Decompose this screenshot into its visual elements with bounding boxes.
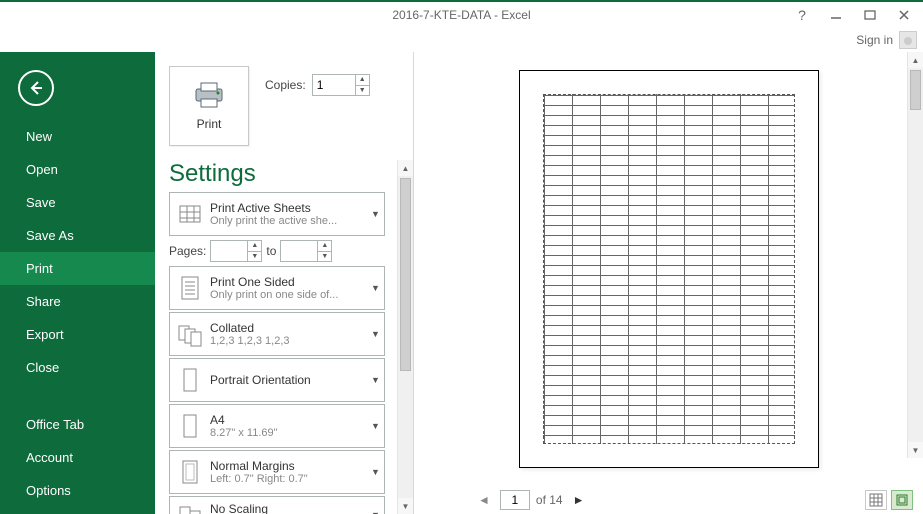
paper-size-dropdown[interactable]: A4 8.27" x 11.69" ▼ — [169, 404, 385, 448]
show-margins-button[interactable] — [865, 490, 887, 510]
body: New Open Save Save As Print Share Export… — [0, 52, 923, 514]
pages-from-input[interactable] — [211, 241, 247, 261]
scroll-track[interactable] — [398, 176, 413, 498]
scroll-down-button[interactable]: ▼ — [908, 442, 923, 458]
back-button[interactable] — [18, 70, 54, 106]
sidebar-item-export[interactable]: Export — [0, 318, 155, 351]
prev-page-button[interactable]: ◄ — [474, 493, 494, 507]
pages-label: Pages: — [169, 244, 206, 258]
print-what-dropdown[interactable]: Print Active Sheets Only print the activ… — [169, 192, 385, 236]
printer-icon — [192, 81, 226, 109]
sidebar-item-share[interactable]: Share — [0, 285, 155, 318]
scaling-dropdown[interactable]: No Scaling Print sheets at their actual … — [169, 496, 385, 514]
scroll-up-button[interactable]: ▲ — [908, 52, 923, 68]
copies-row: Copies: ▲ ▼ — [265, 74, 370, 96]
page-total-label: of 14 — [536, 493, 563, 507]
opt-sub: Only print the active she... — [210, 215, 366, 227]
chevron-down-icon: ▼ — [366, 283, 384, 293]
next-page-button[interactable]: ► — [569, 493, 589, 507]
preview-page — [519, 70, 819, 468]
settings-header: Settings — [169, 160, 256, 188]
sidebar-separator — [0, 384, 155, 408]
avatar-icon[interactable] — [899, 31, 917, 49]
portrait-icon — [170, 367, 210, 393]
main-area: Print Copies: ▲ ▼ Settings — [155, 52, 923, 514]
page-navigator: ◄ of 14 ► — [474, 490, 588, 510]
spinner-up[interactable]: ▲ — [318, 241, 331, 252]
pages-row: Pages: ▲▼ to ▲▼ — [169, 238, 385, 264]
spinner-down[interactable]: ▼ — [248, 252, 261, 262]
opt-title: Print Active Sheets — [210, 201, 366, 215]
spinner-down[interactable]: ▼ — [318, 252, 331, 262]
sidebar-item-office-tab[interactable]: Office Tab — [0, 408, 155, 441]
sidebar-item-new[interactable]: New — [0, 120, 155, 153]
window-controls: ? — [789, 5, 923, 25]
scroll-track[interactable] — [908, 68, 923, 442]
current-page-input[interactable] — [500, 490, 530, 510]
preview-grid — [543, 94, 795, 444]
spinner-down[interactable]: ▼ — [356, 86, 369, 96]
preview-footer: ◄ of 14 ► — [414, 486, 923, 514]
sidebar-item-print[interactable]: Print — [0, 252, 155, 285]
pages-from-spinner[interactable]: ▲▼ — [210, 240, 262, 262]
sidebar-item-open[interactable]: Open — [0, 153, 155, 186]
collate-icon — [170, 322, 210, 346]
sidebar-item-options[interactable]: Options — [0, 474, 155, 507]
scaling-icon — [170, 503, 210, 514]
chevron-down-icon: ▼ — [366, 467, 384, 477]
copies-spinner[interactable]: ▲ ▼ — [312, 74, 370, 96]
chevron-down-icon: ▼ — [366, 510, 384, 514]
spinner-arrows: ▲ ▼ — [355, 75, 369, 95]
zoom-to-page-button[interactable] — [891, 490, 913, 510]
print-preview-column: ▲ ▼ ◄ of 14 ► — [414, 52, 923, 514]
sidebar-item-account[interactable]: Account — [0, 441, 155, 474]
close-button[interactable] — [891, 5, 917, 25]
minimize-button[interactable] — [823, 5, 849, 25]
paper-icon — [170, 413, 210, 439]
restore-button[interactable] — [857, 5, 883, 25]
copies-label: Copies: — [265, 78, 306, 92]
pages-to-input[interactable] — [281, 241, 317, 261]
print-button[interactable]: Print — [169, 66, 249, 146]
collate-dropdown[interactable]: Collated 1,2,3 1,2,3 1,2,3 ▼ — [169, 312, 385, 356]
scroll-thumb[interactable] — [910, 70, 921, 110]
orientation-dropdown[interactable]: Portrait Orientation ▼ — [169, 358, 385, 402]
backstage-sidebar: New Open Save Save As Print Share Export… — [0, 52, 155, 514]
copies-input[interactable] — [313, 75, 355, 95]
margins-icon — [170, 459, 210, 485]
print-settings-column: Print Copies: ▲ ▼ Settings — [155, 52, 413, 514]
title-bar: 2016-7-KTE-DATA - Excel ? — [0, 0, 923, 28]
sidebar-item-save[interactable]: Save — [0, 186, 155, 219]
spinner-up[interactable]: ▲ — [248, 241, 261, 252]
sheets-icon — [170, 203, 210, 225]
page-single-icon — [170, 275, 210, 301]
sidebar-item-save-as[interactable]: Save As — [0, 219, 155, 252]
window-title: 2016-7-KTE-DATA - Excel — [392, 8, 530, 22]
signin-row: Sign in — [0, 28, 923, 52]
preview-area: ▲ ▼ — [414, 52, 923, 486]
settings-stack: Print Active Sheets Only print the activ… — [169, 192, 385, 514]
print-button-label: Print — [197, 117, 222, 131]
chevron-down-icon: ▼ — [366, 329, 384, 339]
spinner-up[interactable]: ▲ — [356, 75, 369, 86]
chevron-down-icon: ▼ — [366, 209, 384, 219]
sides-dropdown[interactable]: Print One Sided Only print on one side o… — [169, 266, 385, 310]
sidebar-item-close[interactable]: Close — [0, 351, 155, 384]
scroll-down-button[interactable]: ▼ — [398, 498, 413, 514]
scroll-up-button[interactable]: ▲ — [398, 160, 413, 176]
pages-to-spinner[interactable]: ▲▼ — [280, 240, 332, 262]
chevron-down-icon: ▼ — [366, 375, 384, 385]
preview-zoom-controls — [865, 490, 913, 510]
pages-to-label: to — [266, 244, 276, 258]
scroll-thumb[interactable] — [400, 178, 411, 371]
settings-scrollbar[interactable]: ▲ ▼ — [397, 160, 413, 514]
preview-scrollbar[interactable]: ▲ ▼ — [907, 52, 923, 458]
margins-dropdown[interactable]: Normal Margins Left: 0.7" Right: 0.7" ▼ — [169, 450, 385, 494]
chevron-down-icon: ▼ — [366, 421, 384, 431]
help-icon[interactable]: ? — [789, 5, 815, 25]
signin-link[interactable]: Sign in — [856, 33, 893, 47]
